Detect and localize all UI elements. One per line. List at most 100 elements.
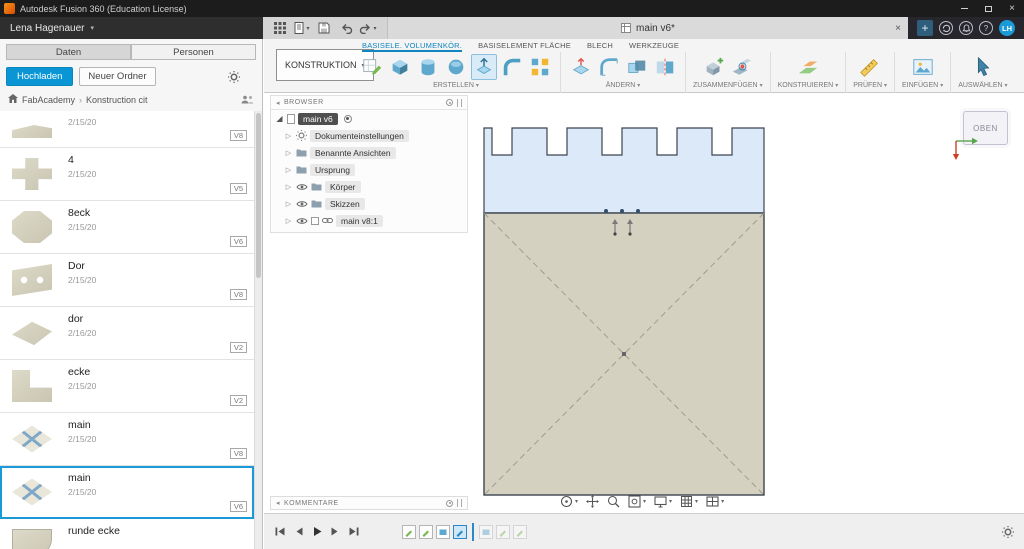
box-icon[interactable] [387,54,413,80]
browser-header[interactable]: ◂ BROWSER [271,96,467,110]
job-status-icon[interactable] [939,21,953,35]
timeline-sketch-item[interactable] [402,524,416,539]
browser-item-root[interactable]: ◢ main v6 [271,110,467,127]
sketch-profile[interactable] [483,127,765,214]
panel-pin-icon[interactable] [446,499,453,507]
expand-arrow-icon[interactable]: ▷ [284,200,293,208]
activate-component-radio[interactable] [343,114,352,123]
expand-arrow-icon[interactable]: ▷ [284,132,293,140]
panel-grip-icon[interactable] [457,499,462,507]
display-settings-icon[interactable]: ▾ [654,495,672,508]
browser-item-label[interactable]: Skizzen [325,197,365,210]
file-item[interactable]: runde ecke [0,519,254,549]
new-tab-button[interactable]: + [917,20,933,36]
group-label[interactable]: PRÜFEN [853,82,882,89]
browser-item-document-settings[interactable]: ▷ Dokumenteinstellungen [271,127,467,144]
document-tab[interactable]: main v6* × [387,17,908,39]
notifications-icon[interactable] [959,21,973,35]
construction-plane-icon[interactable] [795,54,821,80]
group-label[interactable]: ERSTELLEN [433,82,474,89]
browser-item-origin[interactable]: ▷ Ursprung [271,161,467,178]
zoom-icon[interactable] [607,495,620,508]
tab-close-icon[interactable]: × [895,23,901,34]
timeline-settings-icon[interactable] [1002,525,1014,538]
browser-item-label[interactable]: Dokumenteinstellungen [310,129,409,142]
press-pull-icon[interactable] [568,54,594,80]
undo-icon[interactable] [336,19,356,37]
group-label[interactable]: ÄNDERN [606,82,636,89]
home-icon[interactable] [8,94,18,105]
minimize-button[interactable] [952,0,976,17]
pipe-icon[interactable] [499,54,525,80]
tab-volumenkoerper[interactable]: BASISELE. VOLUMENKÖR. [362,39,462,52]
split-body-icon[interactable] [652,54,678,80]
file-item[interactable]: dor 2/16/20 V2 [0,307,254,360]
scrollbar-thumb[interactable] [256,113,261,278]
extrude-icon[interactable] [471,53,497,80]
group-label[interactable]: KONSTRUIEREN [778,82,834,89]
timeline-position-marker[interactable] [472,522,474,541]
collapse-panel-icon[interactable]: ◂ [276,99,280,107]
tab-flaeche[interactable]: BASISELEMENT FLÄCHE [478,39,571,52]
avatar[interactable]: LH [999,20,1015,36]
fillet-icon[interactable] [596,54,622,80]
new-folder-button[interactable]: Neuer Ordner [79,67,156,86]
group-label[interactable]: AUSWÄHLEN [958,82,1002,89]
panel-grip-icon[interactable] [457,98,462,107]
group-label[interactable]: ZUSAMMENFÜGEN [693,82,758,89]
tab-blech[interactable]: BLECH [587,39,613,52]
comments-panel[interactable]: ◂ KOMMENTARE [270,496,468,510]
file-item[interactable]: ecke 2/15/20 V2 [0,360,254,413]
redo-icon[interactable]: ▾ [358,19,378,37]
visibility-eye-icon[interactable] [296,183,308,191]
user-menu[interactable]: Lena Hagenauer ▾ [0,17,263,39]
expand-arrow-icon[interactable]: ▷ [284,217,293,225]
step-forward-icon[interactable] [330,526,340,537]
timeline-extrude-item[interactable] [436,524,450,539]
panel-pin-icon[interactable] [446,99,453,106]
browser-item-label[interactable]: Ursprung [310,163,355,176]
joint-icon[interactable] [729,54,755,80]
file-item[interactable]: 8eck 2/15/20 V6 [0,201,254,254]
data-panel-toggle-icon[interactable] [270,19,290,37]
select-cursor-icon[interactable] [970,54,996,80]
expand-arrow-icon[interactable]: ▷ [284,149,293,157]
visibility-eye-icon[interactable] [296,217,308,225]
expand-arrow-icon[interactable]: ◢ [275,114,284,123]
timeline-future-item[interactable] [479,524,493,539]
browser-item-sketches[interactable]: ▷ Skizzen [271,195,467,212]
help-icon[interactable]: ? [979,21,993,35]
file-item[interactable]: 2/15/20 V8 [0,117,254,148]
play-icon[interactable] [312,526,322,537]
file-item[interactable]: Dor 2/15/20 V8 [0,254,254,307]
step-back-icon[interactable] [294,526,304,537]
pan-icon[interactable] [586,495,600,508]
orbit-icon[interactable]: ▾ [560,495,578,508]
file-item[interactable]: 4 2/15/20 V5 [0,148,254,201]
viewports-icon[interactable]: ▾ [706,495,724,508]
expand-arrow-icon[interactable]: ▷ [284,166,293,174]
sphere-icon[interactable] [443,54,469,80]
combine-icon[interactable] [624,54,650,80]
center-point[interactable] [622,352,626,356]
new-component-icon[interactable] [701,54,727,80]
data-panel-settings-icon[interactable] [228,70,240,83]
breadcrumb-root[interactable]: FabAcademy [22,95,75,105]
measure-icon[interactable] [857,54,883,80]
skip-to-start-icon[interactable] [274,526,286,537]
tab-daten[interactable]: Daten [6,44,131,60]
timeline-future-item[interactable] [496,524,510,539]
viewcube-face-label[interactable]: OBEN [973,124,998,133]
browser-item-label[interactable]: main v8:1 [336,214,383,227]
browser-item-bodies[interactable]: ▷ Körper [271,178,467,195]
create-sketch-icon[interactable] [359,54,385,80]
file-menu-icon[interactable]: ▾ [292,19,312,37]
expand-arrow-icon[interactable]: ▷ [284,183,293,191]
timeline-future-item[interactable] [513,524,527,539]
members-icon[interactable] [241,95,254,104]
save-icon[interactable] [314,19,334,37]
browser-item-named-views[interactable]: ▷ Benannte Ansichten [271,144,467,161]
visibility-eye-icon[interactable] [296,200,308,208]
group-label[interactable]: EINFÜGEN [902,82,938,89]
collapse-panel-icon[interactable]: ◂ [276,499,280,507]
